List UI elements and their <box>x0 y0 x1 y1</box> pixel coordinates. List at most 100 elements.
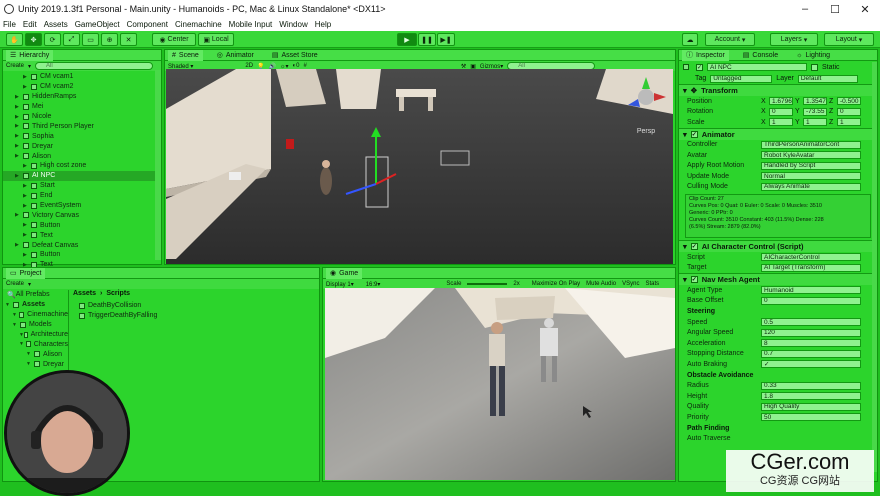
layout-dropdown[interactable]: Layout ▾ <box>824 33 874 46</box>
expand-arrow-icon[interactable]: ▼ <box>12 322 20 328</box>
menu-item-window[interactable]: Window <box>279 20 307 29</box>
expand-arrow-icon[interactable]: ▼ <box>12 312 19 318</box>
script-file[interactable]: TriggerDeathByFalling <box>79 311 319 321</box>
hierarchy-item[interactable]: ▶ HiddenRamps <box>3 92 161 102</box>
project-folder[interactable]: ▼ Alison <box>3 349 68 359</box>
pivot-center-button[interactable]: ◉ Center <box>152 33 196 46</box>
hierarchy-item[interactable]: ▶ Sophia <box>3 131 161 141</box>
avoidance-value-field[interactable]: 0.33 <box>761 381 861 390</box>
ai-control-header[interactable]: ▾ ✓ AI Character Control (Script) <box>679 240 877 252</box>
transform-y-input[interactable]: 1 <box>803 118 827 127</box>
expand-arrow-icon[interactable]: ▶ <box>15 153 23 159</box>
hierarchy-item[interactable]: ▶ Start <box>3 181 161 191</box>
tab-animator[interactable]: ◎ Animator <box>213 51 258 60</box>
favorites-all-prefabs[interactable]: 🔍 All Prefabs <box>3 290 68 300</box>
expand-arrow-icon[interactable]: ▶ <box>15 123 23 129</box>
scale-slider[interactable] <box>467 283 508 285</box>
steering-value-field[interactable]: 0.7 <box>761 349 861 358</box>
account-dropdown[interactable]: Account ▾ <box>705 33 755 46</box>
hierarchy-item[interactable]: ▶ Text <box>3 230 161 240</box>
step-button[interactable]: ▶❚ <box>437 33 455 46</box>
project-folder[interactable]: ▼ Cinemachine <box>3 310 68 320</box>
hierarchy-item[interactable]: ▶ End <box>3 191 161 201</box>
expand-arrow-icon[interactable]: ▶ <box>15 212 23 218</box>
expand-arrow-icon[interactable]: ▶ <box>23 163 31 169</box>
steering-value-field[interactable]: 120 <box>761 328 861 337</box>
vsync-toggle[interactable]: VSync <box>622 281 639 287</box>
steering-value-field[interactable]: 0.5 <box>761 318 861 327</box>
menu-item-help[interactable]: Help <box>315 20 331 29</box>
menu-item-edit[interactable]: Edit <box>23 20 37 29</box>
tab-inspector[interactable]: ⓘ Inspector <box>682 50 729 61</box>
expand-arrow-icon[interactable]: ▶ <box>23 193 31 199</box>
tab-project[interactable]: ▭ Project <box>6 267 46 279</box>
expand-arrow-icon[interactable]: ▶ <box>23 222 31 228</box>
transform-y-input[interactable]: -73.55 <box>803 107 827 116</box>
transform-x-input[interactable]: 1 <box>769 118 793 127</box>
tab-lighting[interactable]: ☼ Lighting <box>792 52 834 59</box>
nav-agent-value-field[interactable]: 0 <box>761 296 861 305</box>
hierarchy-item[interactable]: ▶ Dreyar <box>3 141 161 151</box>
rotate-tool-button[interactable]: ⟳ <box>44 33 61 46</box>
hierarchy-search-input[interactable]: All <box>35 62 154 70</box>
project-folder[interactable]: ▼ Models <box>3 320 68 330</box>
avoidance-value-field[interactable]: High Quality <box>761 402 861 411</box>
layers-dropdown[interactable]: Layers ▾ <box>770 33 818 46</box>
expand-arrow-icon[interactable]: ▶ <box>15 242 23 248</box>
tab-hierarchy[interactable]: ☰ Hierarchy <box>6 49 54 61</box>
custom-tool-button[interactable]: ✕ <box>120 33 137 46</box>
hierarchy-item[interactable]: ▶ AI NPC <box>3 170 161 181</box>
move-tool-button[interactable]: ✥ <box>25 33 42 46</box>
animator-enabled-checkbox[interactable]: ✓ <box>690 130 698 138</box>
display-dropdown[interactable]: Display 1▾ <box>326 281 354 288</box>
hierarchy-item[interactable]: ▶ High cost zone <box>3 161 161 171</box>
menu-item-cinemachine[interactable]: Cinemachine <box>175 20 222 29</box>
expand-arrow-icon[interactable]: ▶ <box>23 84 31 90</box>
expand-arrow-icon[interactable]: ▶ <box>23 183 31 189</box>
transform-header[interactable]: ▾ ✥ Transform <box>679 84 877 96</box>
tab-scene[interactable]: # Scene <box>168 49 203 61</box>
animator-value-field[interactable]: Handled by Script <box>761 161 861 170</box>
hierarchy-scrollbar[interactable] <box>155 70 161 260</box>
project-folder[interactable]: ▼ Characters <box>3 339 68 349</box>
menu-item-mobile-input[interactable]: Mobile Input <box>229 20 273 29</box>
pivot-local-button[interactable]: ▣ Local <box>198 33 234 46</box>
hierarchy-item[interactable]: ▶ Mei <box>3 102 161 112</box>
mute-audio-toggle[interactable]: Mute Audio <box>586 281 616 287</box>
hierarchy-item[interactable]: ▶ Alison <box>3 151 161 161</box>
transform-tool-button[interactable]: ⊕ <box>101 33 118 46</box>
scene-viewport[interactable]: Persp <box>166 69 673 264</box>
object-name-input[interactable]: AI NPC <box>707 63 807 71</box>
hand-tool-button[interactable]: ✋ <box>6 33 23 46</box>
expand-arrow-icon[interactable]: ▼ <box>26 361 34 367</box>
expand-arrow-icon[interactable]: ▶ <box>23 74 31 80</box>
play-button[interactable]: ▶ <box>397 33 417 46</box>
nav-agent-enabled-checkbox[interactable]: ✓ <box>690 276 698 283</box>
animator-value-field[interactable]: ThirdPersonAnimatorCont <box>761 140 861 149</box>
close-button[interactable]: ✕ <box>850 0 880 18</box>
expand-arrow-icon[interactable]: ▶ <box>15 104 23 110</box>
expand-arrow-icon[interactable]: ▶ <box>15 94 23 100</box>
tab-asset-store[interactable]: ▤ Asset Store <box>268 51 322 60</box>
animator-value-field[interactable]: Normal <box>761 172 861 181</box>
persp-label[interactable]: Persp <box>637 128 655 135</box>
script-file[interactable]: DeathByCollision <box>79 301 319 311</box>
game-viewport[interactable] <box>325 288 675 480</box>
ai-control-value-field[interactable]: AICharacterControl <box>761 253 861 262</box>
animator-value-field[interactable]: Robot KyleAvatar <box>761 151 861 160</box>
stats-toggle[interactable]: Stats <box>646 281 660 287</box>
transform-z-input[interactable]: -0.500 <box>837 97 861 106</box>
hierarchy-item[interactable]: ▶ CM vcam2 <box>3 82 161 92</box>
minimize-button[interactable]: – <box>790 0 820 18</box>
menu-item-gameobject[interactable]: GameObject <box>75 20 120 29</box>
inspector-scrollbar[interactable] <box>872 62 877 472</box>
collab-cloud-icon[interactable]: ☁ <box>682 33 698 46</box>
avoidance-value-field[interactable]: 1.8 <box>761 392 861 401</box>
animator-value-field[interactable]: Always Animate <box>761 182 861 191</box>
transform-y-input[interactable]: 1.3547 <box>803 97 827 106</box>
hierarchy-item[interactable]: ▶ Third Person Player <box>3 121 161 131</box>
expand-arrow-icon[interactable]: ▼ <box>5 302 13 308</box>
menu-item-component[interactable]: Component <box>127 20 168 29</box>
steering-value-field[interactable]: ✓ <box>761 360 861 369</box>
hierarchy-create-button[interactable]: Create <box>6 63 24 69</box>
